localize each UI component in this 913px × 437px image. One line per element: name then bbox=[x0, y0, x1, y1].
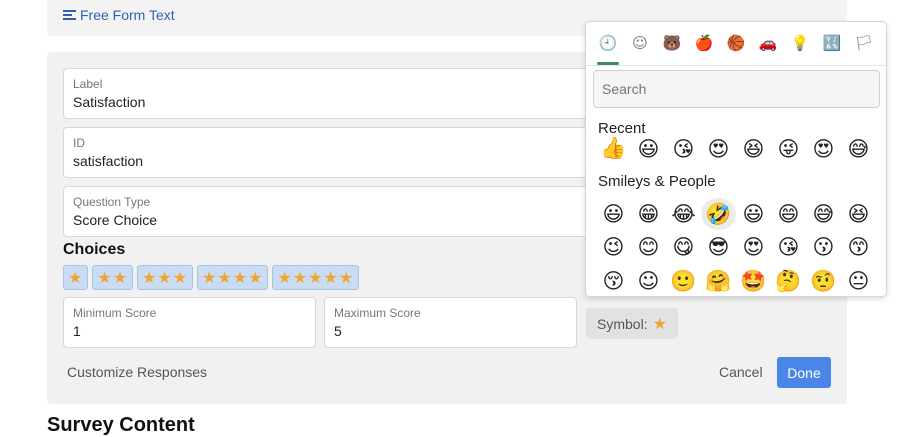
emoji-item[interactable]: 😅 bbox=[806, 198, 841, 230]
question-type-select[interactable]: Question Type Score Choice bbox=[63, 186, 593, 237]
objects-category-icon[interactable]: 💡 bbox=[789, 32, 811, 54]
smileys-category-icon[interactable]: ☺ bbox=[629, 32, 651, 54]
label-field-label: Label bbox=[73, 77, 103, 91]
minimum-score-label: Minimum Score bbox=[73, 306, 157, 320]
emoji-item[interactable]: 😘 bbox=[666, 135, 701, 159]
emoji-item[interactable]: 😃 bbox=[596, 198, 631, 230]
emoji-item[interactable]: 😚 bbox=[596, 265, 631, 296]
label-field[interactable]: Label Satisfaction bbox=[63, 68, 593, 119]
emoji-item[interactable]: 🙂 bbox=[666, 265, 701, 296]
star-icon: ★ bbox=[652, 315, 667, 333]
symbol-button[interactable]: Symbol: ★ bbox=[586, 308, 678, 339]
choices-chips: ★ ★★ ★★★ ★★★★ ★★★★★ bbox=[63, 265, 360, 290]
done-button[interactable]: Done bbox=[777, 357, 831, 388]
recent-category-icon[interactable]: 🕘 bbox=[597, 32, 619, 54]
choice-chip-5[interactable]: ★★★★★ bbox=[272, 265, 360, 290]
emoji-item[interactable]: 😆 bbox=[736, 135, 771, 159]
smileys-emoji-row-1: 😃 😁 😂 🤣 😃 😄 😅 😆 bbox=[596, 198, 876, 230]
minimum-score-value: 1 bbox=[73, 323, 81, 339]
animals-category-icon[interactable]: 🐻 bbox=[661, 32, 683, 54]
choice-chip-2[interactable]: ★★ bbox=[92, 265, 134, 290]
emoji-item[interactable]: 🤩 bbox=[736, 265, 771, 296]
smileys-emoji-row-2: 😉 😊 😋 😎 😍 😘 😗 😙 bbox=[596, 231, 876, 263]
emoji-item[interactable]: 😍 bbox=[806, 135, 841, 159]
maximum-score-value: 5 bbox=[334, 323, 342, 339]
emoji-item[interactable]: 😘 bbox=[771, 231, 806, 263]
emoji-item[interactable]: 😙 bbox=[841, 231, 876, 263]
choices-heading: Choices bbox=[63, 241, 126, 258]
maximum-score-field[interactable]: Maximum Score 5 bbox=[324, 297, 577, 348]
emoji-category-bar: 🕘 ☺ 🐻 🍎 🏀 🚗 💡 🔣 🏳 bbox=[586, 22, 886, 66]
emoji-item[interactable]: 😅 bbox=[841, 135, 876, 159]
emoji-item[interactable]: 😋 bbox=[666, 231, 701, 263]
emoji-item[interactable]: 😍 bbox=[701, 135, 736, 159]
maximum-score-label: Maximum Score bbox=[334, 306, 421, 320]
recent-emoji-row: 👍 😃 😘 😍 😆 😜 😍 😅 bbox=[596, 135, 876, 159]
cancel-button[interactable]: Cancel bbox=[719, 364, 763, 380]
emoji-item-hovered[interactable]: 🤣 bbox=[701, 198, 736, 230]
symbols-category-icon[interactable]: 🔣 bbox=[821, 32, 843, 54]
emoji-item[interactable]: 😉 bbox=[596, 231, 631, 263]
question-type-value: Score Choice bbox=[73, 212, 158, 228]
emoji-item[interactable]: 😁 bbox=[631, 198, 666, 230]
emoji-item[interactable]: 😎 bbox=[701, 231, 736, 263]
free-form-text-label: Free Form Text bbox=[80, 7, 175, 23]
emoji-item[interactable]: 😃 bbox=[631, 135, 666, 159]
emoji-item[interactable]: 😃 bbox=[736, 198, 771, 230]
emoji-item[interactable]: ☺ bbox=[631, 265, 666, 296]
food-category-icon[interactable]: 🍎 bbox=[693, 32, 715, 54]
emoji-item[interactable]: 😆 bbox=[841, 198, 876, 230]
smileys-section-title: Smileys & People bbox=[598, 173, 716, 190]
choice-chip-4[interactable]: ★★★★ bbox=[197, 265, 269, 290]
emoji-item[interactable]: 😗 bbox=[806, 231, 841, 263]
emoji-picker: 🕘 ☺ 🐻 🍎 🏀 🚗 💡 🔣 🏳 Recent 👍 😃 😘 😍 😆 😜 😍 😅… bbox=[585, 21, 887, 297]
emoji-item[interactable]: 🤗 bbox=[701, 265, 736, 296]
emoji-search-input[interactable] bbox=[593, 70, 880, 108]
emoji-item[interactable]: 😄 bbox=[771, 198, 806, 230]
activity-category-icon[interactable]: 🏀 bbox=[725, 32, 747, 54]
customize-responses-link[interactable]: Customize Responses bbox=[67, 364, 207, 380]
free-form-text-link[interactable]: Free Form Text bbox=[63, 7, 175, 23]
travel-category-icon[interactable]: 🚗 bbox=[757, 32, 779, 54]
label-field-value: Satisfaction bbox=[73, 94, 146, 110]
flags-category-icon[interactable]: 🏳 bbox=[853, 32, 875, 54]
id-field-label: ID bbox=[73, 136, 85, 150]
choice-chip-1[interactable]: ★ bbox=[63, 265, 89, 290]
emoji-item[interactable]: 😊 bbox=[631, 231, 666, 263]
question-type-label: Question Type bbox=[73, 195, 151, 209]
id-field-value: satisfaction bbox=[73, 153, 144, 169]
emoji-item[interactable]: 😂 bbox=[666, 198, 701, 230]
smileys-emoji-row-3: 😚 ☺ 🙂 🤗 🤩 🤔 🤨 😐 bbox=[596, 265, 876, 296]
id-field[interactable]: ID satisfaction bbox=[63, 127, 593, 178]
emoji-item[interactable]: 😜 bbox=[771, 135, 806, 159]
text-lines-icon bbox=[63, 9, 76, 21]
survey-content-heading: Survey Content bbox=[47, 414, 195, 436]
emoji-item[interactable]: 👍 bbox=[596, 135, 631, 159]
choice-chip-3[interactable]: ★★★ bbox=[137, 265, 194, 290]
minimum-score-field[interactable]: Minimum Score 1 bbox=[63, 297, 316, 348]
emoji-item[interactable]: 😍 bbox=[736, 231, 771, 263]
active-category-indicator bbox=[597, 62, 619, 65]
emoji-item[interactable]: 😐 bbox=[841, 265, 876, 296]
symbol-label: Symbol: bbox=[597, 315, 648, 332]
emoji-item[interactable]: 🤔 bbox=[771, 265, 806, 296]
emoji-item[interactable]: 🤨 bbox=[806, 265, 841, 296]
